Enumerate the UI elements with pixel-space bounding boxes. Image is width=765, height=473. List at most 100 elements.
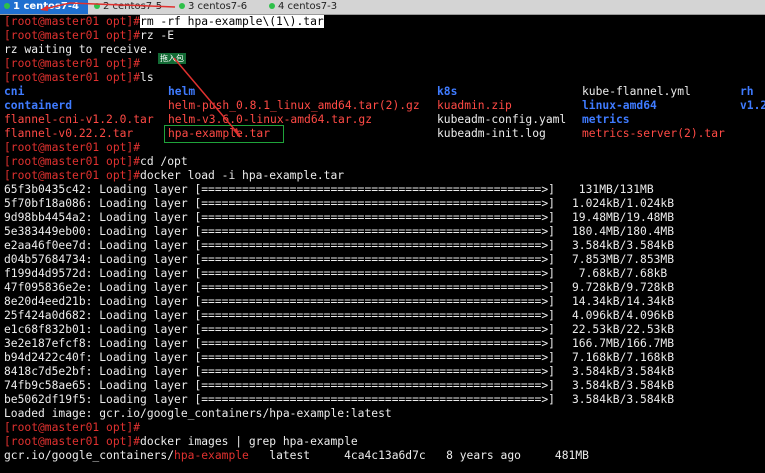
ls-row: flannel-cni-v1.2.0.tar helm-v3.6.0-linux-… [4, 113, 764, 127]
progress-bar: [=======================================… [194, 351, 555, 364]
layer-size: 3.584kB/3.584kB [572, 365, 675, 378]
ls-entry: metrics [582, 113, 630, 126]
prompt-line: [root@master01 opt]#ls [4, 71, 154, 85]
terminal[interactable]: [root@master01 opt]#rm -rf hpa-example\(… [0, 15, 765, 473]
layer-line: b94d2422c40f: Loading layer [===========… [4, 351, 764, 365]
layer-label: : Loading layer [85, 365, 195, 378]
status-dot-icon [4, 3, 10, 9]
layer-size: 7.168kB/7.168kB [572, 351, 675, 364]
output-text: Loaded image: gcr.io/google_containers/h… [4, 407, 392, 420]
layer-line: 65f3b0435c42: Loading layer [===========… [4, 183, 764, 197]
layer-size: 180.4MB/180.4MB [572, 225, 675, 238]
ls-row: cni helm k8s kube-flannel.yml rh [4, 85, 764, 99]
layer-size: 14.34kB/14.34kB [572, 295, 675, 308]
tab-4[interactable]: 4 centos7-3 [265, 0, 350, 14]
layer-size: 7.68kB/7.68kB [572, 267, 668, 280]
layer-label: : Loading layer [85, 295, 195, 308]
prompt: [root@master01 opt]# [4, 421, 141, 434]
layer-label: : Loading layer [85, 379, 195, 392]
prompt: [root@master01 opt]# [4, 29, 141, 42]
ls-entry: k8s [437, 85, 458, 98]
highlight-box [164, 125, 284, 143]
layer-id: 74fb9c58ae65 [4, 379, 86, 392]
layer-label: : Loading layer [85, 281, 195, 294]
layer-size: 7.853MB/7.853MB [572, 253, 675, 266]
layer-id: 5e383449eb00 [4, 225, 86, 238]
progress-bar: [=======================================… [194, 267, 555, 280]
layer-id: 9d98bb4454a2 [4, 211, 86, 224]
tab-label: 2 centos7-5 [103, 1, 163, 12]
layer-label: : Loading layer [85, 183, 195, 196]
ls-entry: linux-amd64 [582, 99, 657, 112]
prompt: [root@master01 opt]# [4, 15, 141, 28]
output-text: rz waiting to receive. [4, 43, 154, 56]
ls-entry: helm [168, 85, 196, 98]
layer-line: d04b57684734: Loading layer [===========… [4, 253, 764, 267]
layer-label: : Loading layer [85, 337, 195, 350]
command: cd /opt [140, 155, 188, 168]
layer-line: 9d98bb4454a2: Loading layer [===========… [4, 211, 764, 225]
ls-entry: v1.2 [740, 99, 765, 112]
layer-id: d04b57684734 [4, 253, 86, 266]
command: rm -rf hpa-example\(1\).tar [140, 15, 324, 28]
prompt-line: [root@master01 opt]#cd /opt [4, 155, 188, 169]
command: ls [140, 71, 154, 84]
prompt: [root@master01 opt]# [4, 435, 141, 448]
prompt: [root@master01 opt]# [4, 71, 141, 84]
status-dot-icon [179, 3, 185, 9]
status-dot-icon [94, 3, 100, 9]
prompt-line: [root@master01 opt]# [4, 57, 140, 71]
layer-label: : Loading layer [85, 253, 195, 266]
layer-id: e2aa46f0ee7d [4, 239, 86, 252]
layer-id: 8418c7d5e2bf [4, 365, 86, 378]
layer-id: 5f70bf18a086 [4, 197, 86, 210]
image-repo: gcr.io/google_containers/ [4, 449, 175, 462]
prompt: [root@master01 opt]# [4, 155, 141, 168]
layer-label: : Loading layer [85, 239, 195, 252]
layer-label: : Loading layer [85, 197, 195, 210]
progress-bar: [=======================================… [194, 365, 555, 378]
ls-entry: flannel-cni-v1.2.0.tar [4, 113, 154, 126]
ls-entry: helm-push_0.8.1_linux_amd64.tar(2).gz [168, 99, 420, 112]
tab-2[interactable]: 2 centos7-5 [90, 0, 173, 14]
tab-3[interactable]: 3 centos7-6 [175, 0, 263, 14]
ls-entry: metrics-server(2).tar [582, 127, 725, 140]
layer-label: : Loading layer [85, 393, 195, 406]
ls-entry: kuadmin.zip [437, 99, 512, 112]
progress-bar: [=======================================… [194, 295, 555, 308]
progress-bar: [=======================================… [194, 337, 555, 350]
tab-label: 3 centos7-6 [188, 1, 248, 12]
ls-entry: containerd [4, 99, 73, 112]
layer-label: : Loading layer [85, 351, 195, 364]
prompt-line: [root@master01 opt]#docker images | grep… [4, 435, 358, 449]
layer-size: 3.584kB/3.584kB [572, 393, 675, 406]
ls-row: flannel-v0.22.2.tar hpa-example.tar kubead… [4, 127, 764, 141]
command: docker load -i hpa-example.tar [140, 169, 345, 182]
layer-line: 3e2e187efcf8: Loading layer [===========… [4, 337, 764, 351]
layer-line: 25f424a0d682: Loading layer [===========… [4, 309, 764, 323]
layer-label: : Loading layer [85, 323, 195, 336]
layer-size: 1.024kB/1.024kB [572, 197, 675, 210]
layer-id: be5062df19f5 [4, 393, 86, 406]
layer-size: 131MB/131MB [572, 183, 654, 196]
layer-line: 47f095836e2e: Loading layer [===========… [4, 281, 764, 295]
ls-entry: rh [740, 85, 754, 98]
tab-1[interactable]: 1 centos7-4 [0, 0, 88, 14]
layer-size: 3.584kB/3.584kB [572, 379, 675, 392]
image-line: gcr.io/google_containers/hpa-example lat… [4, 449, 589, 463]
image-match: hpa-example [174, 449, 249, 462]
tab-label: 4 centos7-3 [278, 1, 338, 12]
ls-entry: kube-flannel.yml [582, 85, 691, 98]
progress-bar: [=======================================… [194, 253, 555, 266]
layer-line: e1c68f832b01: Loading layer [===========… [4, 323, 764, 337]
output-line: rz waiting to receive. [4, 43, 154, 57]
layer-line: 5e383449eb00: Loading layer [===========… [4, 225, 764, 239]
output-line: Loaded image: gcr.io/google_containers/h… [4, 407, 392, 421]
ls-entry: cni [4, 85, 25, 98]
progress-bar: [=======================================… [194, 183, 555, 196]
progress-bar: [=======================================… [194, 323, 555, 336]
tab-label: 1 centos7-4 [13, 1, 79, 12]
layer-line: f199d4d9572d: Loading layer [===========… [4, 267, 764, 281]
layer-line: 8e20d4eed21b: Loading layer [===========… [4, 295, 764, 309]
command: rz -E [140, 29, 175, 42]
